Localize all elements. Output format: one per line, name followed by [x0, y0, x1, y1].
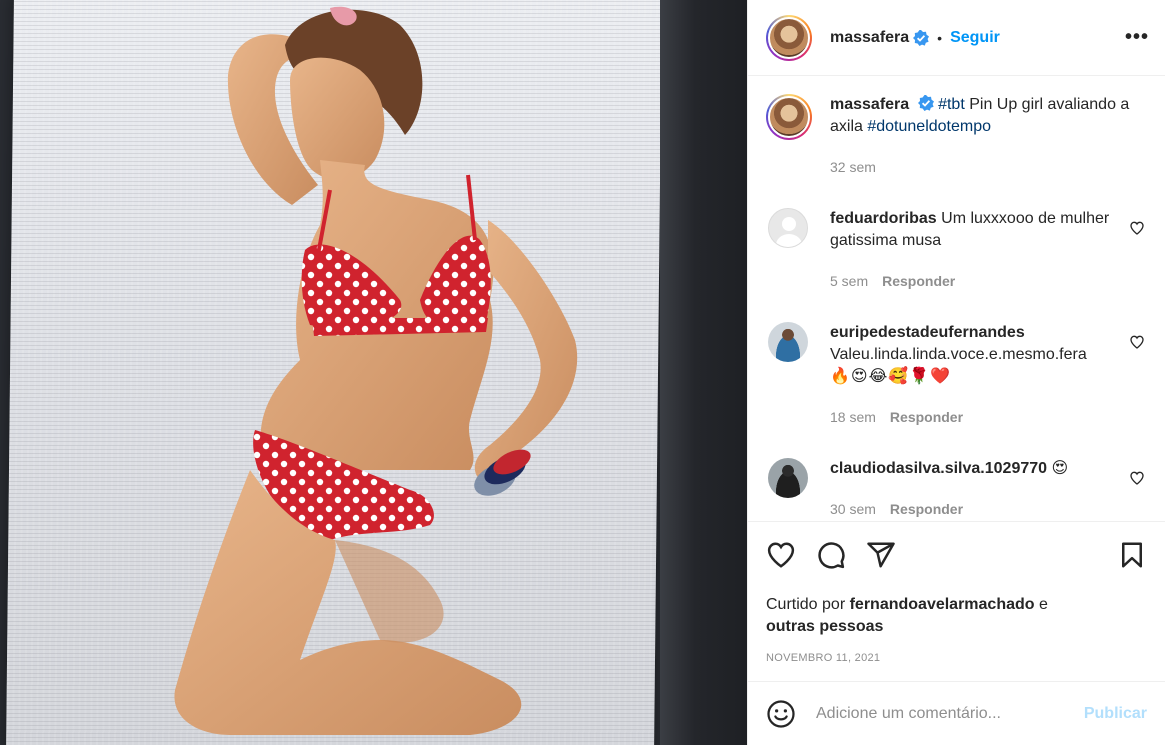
like-comment-heart-icon[interactable] [1129, 470, 1145, 486]
commenter-avatar[interactable] [768, 208, 808, 248]
more-options-icon[interactable]: ••• [1125, 26, 1149, 49]
post-header: massafera • Seguir ••• [748, 0, 1165, 76]
post-actions: Curtido por fernandoavelarmachado e outr… [748, 521, 1165, 681]
reply-button[interactable]: Responder [890, 501, 963, 517]
heart-icon[interactable] [766, 540, 796, 570]
follow-button[interactable]: Seguir [950, 29, 1000, 47]
author-username[interactable]: massafera [830, 29, 909, 47]
comment-item: claudiodasilva.silva.1029770 😍 30 sem Res… [766, 458, 1147, 520]
author-avatar[interactable] [766, 14, 812, 61]
commenter-avatar[interactable] [768, 322, 808, 362]
caption-username[interactable]: massafera [830, 96, 909, 113]
likes-summary: Curtido por fernandoavelarmachado e outr… [766, 596, 1048, 635]
reply-button[interactable]: Responder [890, 409, 963, 425]
comment-composer: Publicar [748, 681, 1165, 745]
comment-timestamp: 30 sem [830, 501, 876, 517]
commenter-username[interactable]: claudiodasilva.silva.1029770 [830, 460, 1047, 477]
comments-list[interactable]: massafera #tbt Pin Up girl avaliando a a… [748, 76, 1165, 521]
caption-timestamp: 32 sem [830, 159, 876, 175]
post-photo[interactable] [0, 0, 747, 745]
post-modal: massafera • Seguir ••• massafera #tbt Pi… [0, 0, 1165, 745]
liker-username[interactable]: fernandoavelarmachado [850, 596, 1035, 613]
verified-badge-icon [913, 29, 930, 46]
emoji-icon[interactable] [766, 699, 796, 729]
other-likers-link[interactable]: outras pessoas [766, 618, 883, 635]
share-icon[interactable] [866, 540, 896, 570]
reply-button[interactable]: Responder [882, 273, 955, 289]
comment-icon[interactable] [816, 540, 846, 570]
comment-emoji: 🔥😍😂🥰🌹❤️ [830, 368, 952, 385]
verified-badge-icon [917, 95, 934, 111]
comment-item: feduardoribas Um luxxxooo de mulher gati… [766, 208, 1147, 292]
post-caption: massafera #tbt Pin Up girl avaliando a a… [766, 94, 1147, 178]
caption-author-avatar[interactable] [766, 94, 812, 140]
hashtag-link[interactable]: #tbt [938, 96, 965, 113]
comment-timestamp: 5 sem [830, 273, 869, 289]
hashtag-link[interactable]: #dotuneldotempo [867, 118, 991, 135]
post-date: NOVEMBRO 11, 2021 [766, 652, 881, 664]
comment-input[interactable] [816, 704, 1084, 723]
commenter-username[interactable]: euripedestadeufernandes [830, 324, 1025, 341]
commenter-avatar[interactable] [768, 458, 808, 498]
header-separator: • [937, 29, 943, 46]
like-comment-heart-icon[interactable] [1129, 220, 1145, 236]
pinup-woman-illustration [174, 6, 578, 735]
bookmark-icon[interactable] [1117, 540, 1147, 570]
comment-item: euripedestadeufernandes Valeu.linda.lind… [766, 322, 1147, 428]
commenter-username[interactable]: feduardoribas [830, 210, 937, 227]
publish-button[interactable]: Publicar [1084, 705, 1147, 723]
comment-text: Valeu.linda.linda.voce.e.mesmo.fera [830, 346, 1087, 363]
comment-timestamp: 18 sem [830, 409, 876, 425]
like-comment-heart-icon[interactable] [1129, 334, 1145, 350]
comment-emoji: 😍 [1051, 460, 1070, 477]
post-side-panel: massafera • Seguir ••• massafera #tbt Pi… [747, 0, 1165, 745]
